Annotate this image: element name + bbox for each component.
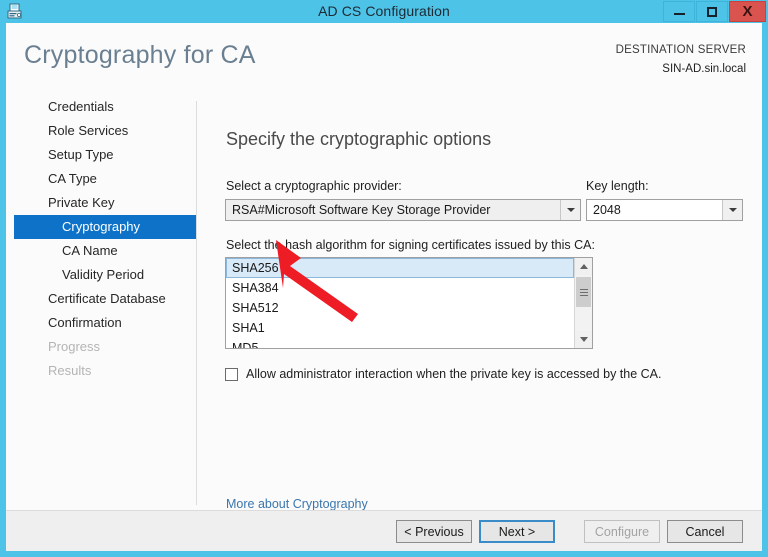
section-title: Specify the cryptographic options — [226, 129, 492, 149]
wizard-footer: < Previous Next > Configure Cancel — [6, 510, 762, 551]
allow-admin-interaction-label: Allow administrator interaction when the… — [246, 367, 662, 381]
sidebar-item-confirmation[interactable]: Confirmation — [14, 311, 194, 335]
page-header: Cryptography for CA DESTINATION SERVER S… — [6, 23, 762, 95]
sidebar-item-credentials[interactable]: Credentials — [14, 95, 194, 119]
sidebar-item-validity-period[interactable]: Validity Period — [14, 263, 194, 287]
key-length-value: 2048 — [593, 203, 621, 217]
list-item[interactable]: SHA256 — [226, 258, 574, 278]
sidebar-item-label: Credentials — [48, 99, 114, 114]
sidebar-item-label: CA Type — [48, 171, 97, 186]
key-length-dropdown[interactable]: 2048 — [586, 199, 743, 221]
minimize-icon — [673, 13, 685, 15]
allow-admin-interaction-checkbox[interactable] — [225, 367, 238, 381]
main-content-pane: Specify the cryptographic options Select… — [197, 95, 762, 511]
configure-button: Configure — [584, 520, 660, 543]
window-title: AD CS Configuration — [318, 3, 450, 19]
sidebar-item-label: CA Name — [62, 243, 118, 258]
chevron-down-icon[interactable] — [575, 331, 592, 348]
sidebar-item-label: Private Key — [48, 195, 115, 210]
close-button[interactable]: X — [729, 1, 766, 22]
provider-label: Select a cryptographic provider: — [226, 179, 402, 193]
sidebar-item-label: Cryptography — [62, 219, 141, 234]
cryptographic-provider-dropdown[interactable]: RSA#Microsoft Software Key Storage Provi… — [225, 199, 581, 221]
sidebar-item-ca-name[interactable]: CA Name — [14, 239, 194, 263]
chevron-down-icon[interactable] — [722, 200, 742, 220]
cancel-button[interactable]: Cancel — [667, 520, 743, 543]
next-button[interactable]: Next > — [479, 520, 555, 543]
list-item[interactable]: SHA1 — [226, 318, 574, 338]
sidebar-item-label: Setup Type — [48, 147, 114, 162]
sidebar-item-progress: Progress — [14, 335, 194, 359]
allow-admin-interaction-row[interactable]: Allow administrator interaction when the… — [225, 367, 661, 381]
sidebar-item-cryptography[interactable]: Cryptography — [14, 215, 200, 239]
sidebar-item-setup-type[interactable]: Setup Type — [14, 143, 194, 167]
hash-algorithm-listbox[interactable]: SHA256 SHA384 SHA512 SHA1 MD5 — [225, 257, 593, 349]
hash-algorithm-options: SHA256 SHA384 SHA512 SHA1 MD5 — [226, 258, 574, 348]
previous-button[interactable]: < Previous — [396, 520, 472, 543]
sidebar-item-ca-type[interactable]: CA Type — [14, 167, 194, 191]
list-item[interactable]: SHA512 — [226, 298, 574, 318]
wizard-navigation-sidebar: Credentials Role Services Setup Type CA … — [6, 95, 200, 510]
sidebar-item-role-services[interactable]: Role Services — [14, 119, 194, 143]
sidebar-item-private-key[interactable]: Private Key — [14, 191, 194, 215]
sidebar-item-label: Results — [48, 363, 92, 378]
chevron-up-icon[interactable] — [575, 258, 592, 275]
maximize-button[interactable] — [696, 1, 728, 22]
scroll-thumb-grip — [579, 287, 588, 298]
page-title: Cryptography for CA — [24, 41, 256, 69]
list-item[interactable]: SHA384 — [226, 278, 574, 298]
key-length-label: Key length: — [586, 179, 649, 193]
minimize-button[interactable] — [663, 1, 695, 22]
certificate-server-icon — [7, 3, 22, 19]
hash-algorithm-label: Select the hash algorithm for signing ce… — [226, 238, 595, 252]
close-icon: X — [742, 3, 753, 20]
ad-cs-configuration-window: AD CS Configuration X Cryptography for C… — [0, 0, 768, 557]
maximize-icon — [707, 6, 717, 17]
destination-server-value: SIN-AD.sin.local — [662, 63, 746, 75]
sidebar-item-label: Validity Period — [62, 267, 145, 282]
scrollbar-thumb[interactable] — [576, 277, 591, 307]
sidebar-item-certificate-database[interactable]: Certificate Database — [14, 287, 194, 311]
sidebar-item-label: Confirmation — [48, 315, 122, 330]
sidebar-item-label: Certificate Database — [48, 291, 166, 306]
listbox-scrollbar[interactable] — [574, 258, 592, 348]
chevron-down-icon[interactable] — [560, 200, 580, 220]
sidebar-item-results: Results — [14, 359, 194, 383]
title-bar: AD CS Configuration X — [0, 0, 768, 23]
client-area: Cryptography for CA DESTINATION SERVER S… — [6, 23, 762, 551]
sidebar-item-label: Progress — [48, 339, 101, 354]
sidebar-item-label: Role Services — [48, 123, 129, 138]
list-item[interactable]: MD5 — [226, 338, 574, 348]
more-about-cryptography-link[interactable]: More about Cryptography — [226, 497, 368, 511]
provider-value: RSA#Microsoft Software Key Storage Provi… — [232, 203, 491, 217]
destination-server-label: DESTINATION SERVER — [615, 44, 746, 56]
